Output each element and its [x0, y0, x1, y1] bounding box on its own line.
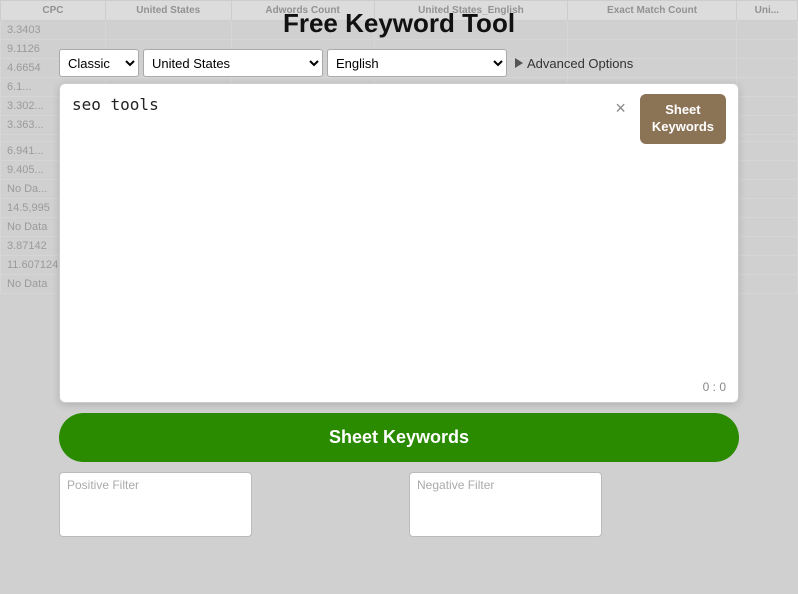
- triangle-icon: [515, 58, 523, 68]
- sheet-keywords-button-small[interactable]: Sheet Keywords: [640, 94, 726, 144]
- positive-filter-wrapper: Positive Filter: [59, 472, 389, 537]
- positive-filter-input[interactable]: [59, 472, 252, 537]
- clear-icon[interactable]: ×: [609, 96, 632, 121]
- keyword-input-row: seo tools × Sheet Keywords: [72, 94, 726, 144]
- sheet-keywords-button-main[interactable]: Sheet Keywords: [59, 413, 739, 462]
- advanced-options-toggle[interactable]: Advanced Options: [515, 56, 633, 71]
- keyword-input[interactable]: seo tools: [72, 94, 601, 134]
- counter: 0 : 0: [703, 380, 726, 394]
- bottom-area: Sheet Keywords Positive Filter Negative …: [59, 413, 739, 537]
- keyword-box: seo tools × Sheet Keywords 0 : 0: [59, 83, 739, 403]
- advanced-options-label: Advanced Options: [527, 56, 633, 71]
- main-overlay: Free Keyword Tool Classic United States …: [0, 0, 798, 594]
- country-select[interactable]: United States United Kingdom Canada Aust…: [143, 49, 323, 77]
- mode-select[interactable]: Classic: [59, 49, 139, 77]
- language-select[interactable]: English Spanish French German: [327, 49, 507, 77]
- negative-filter-wrapper: Negative Filter: [409, 472, 739, 537]
- filter-row: Positive Filter Negative Filter: [59, 472, 739, 537]
- toolbar: Classic United States United Kingdom Can…: [59, 49, 739, 77]
- page-title: Free Keyword Tool: [283, 8, 515, 39]
- negative-filter-input[interactable]: [409, 472, 602, 537]
